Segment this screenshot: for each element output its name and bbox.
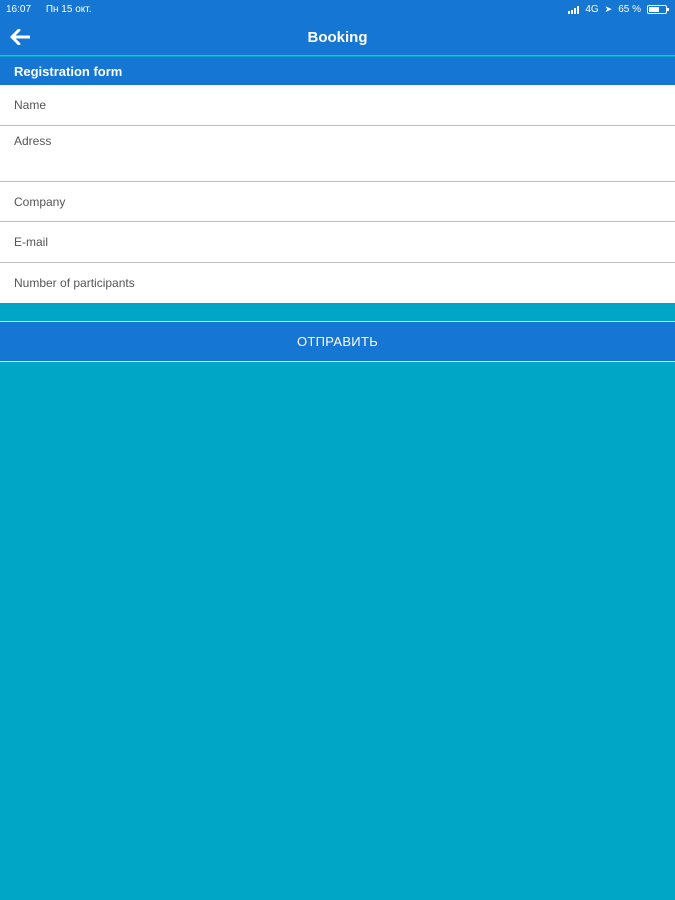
adress-input[interactable] <box>0 126 675 181</box>
registration-form <box>0 85 675 303</box>
email-input[interactable] <box>0 222 675 262</box>
page-title: Booking <box>307 28 368 46</box>
status-bar: 16:07 Пн 15 окт. 4G ➤ 65 % <box>0 0 675 19</box>
company-input[interactable] <box>0 182 675 221</box>
location-icon: ➤ <box>604 4 613 14</box>
network-type: 4G <box>585 4 599 15</box>
back-button[interactable] <box>6 23 34 51</box>
arrow-left-icon <box>10 29 30 45</box>
status-date: Пн 15 окт. <box>45 4 92 15</box>
name-field-row <box>0 85 675 126</box>
signal-icon <box>568 5 580 14</box>
participants-input[interactable] <box>0 263 675 303</box>
name-input[interactable] <box>0 85 675 125</box>
section-header: Registration form <box>0 57 675 85</box>
participants-field-row <box>0 263 675 303</box>
company-field-row <box>0 182 675 222</box>
status-left: 16:07 Пн 15 окт. <box>6 4 104 15</box>
battery-percent: 65 % <box>618 4 641 15</box>
adress-field-row <box>0 126 675 182</box>
submit-button[interactable]: ОТПРАВИТЬ <box>0 321 675 362</box>
status-time: 16:07 <box>6 4 32 15</box>
battery-fill <box>649 7 660 12</box>
email-field-row <box>0 222 675 263</box>
nav-bar: Booking <box>0 19 675 56</box>
status-right: 4G ➤ 65 % <box>568 4 669 15</box>
battery-icon <box>647 5 669 14</box>
